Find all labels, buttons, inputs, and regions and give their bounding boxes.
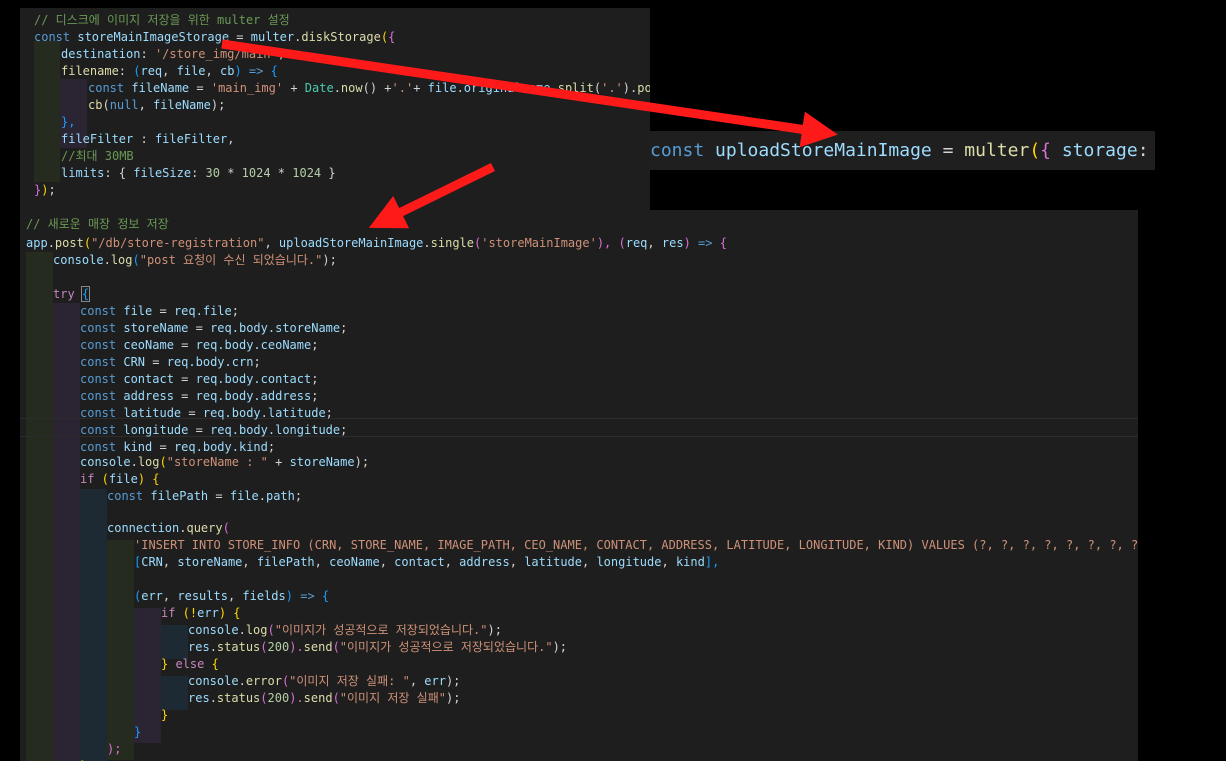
annotation-arrows bbox=[221, 39, 838, 229]
red-arrow bbox=[368, 162, 495, 229]
red-arrow bbox=[221, 39, 838, 148]
